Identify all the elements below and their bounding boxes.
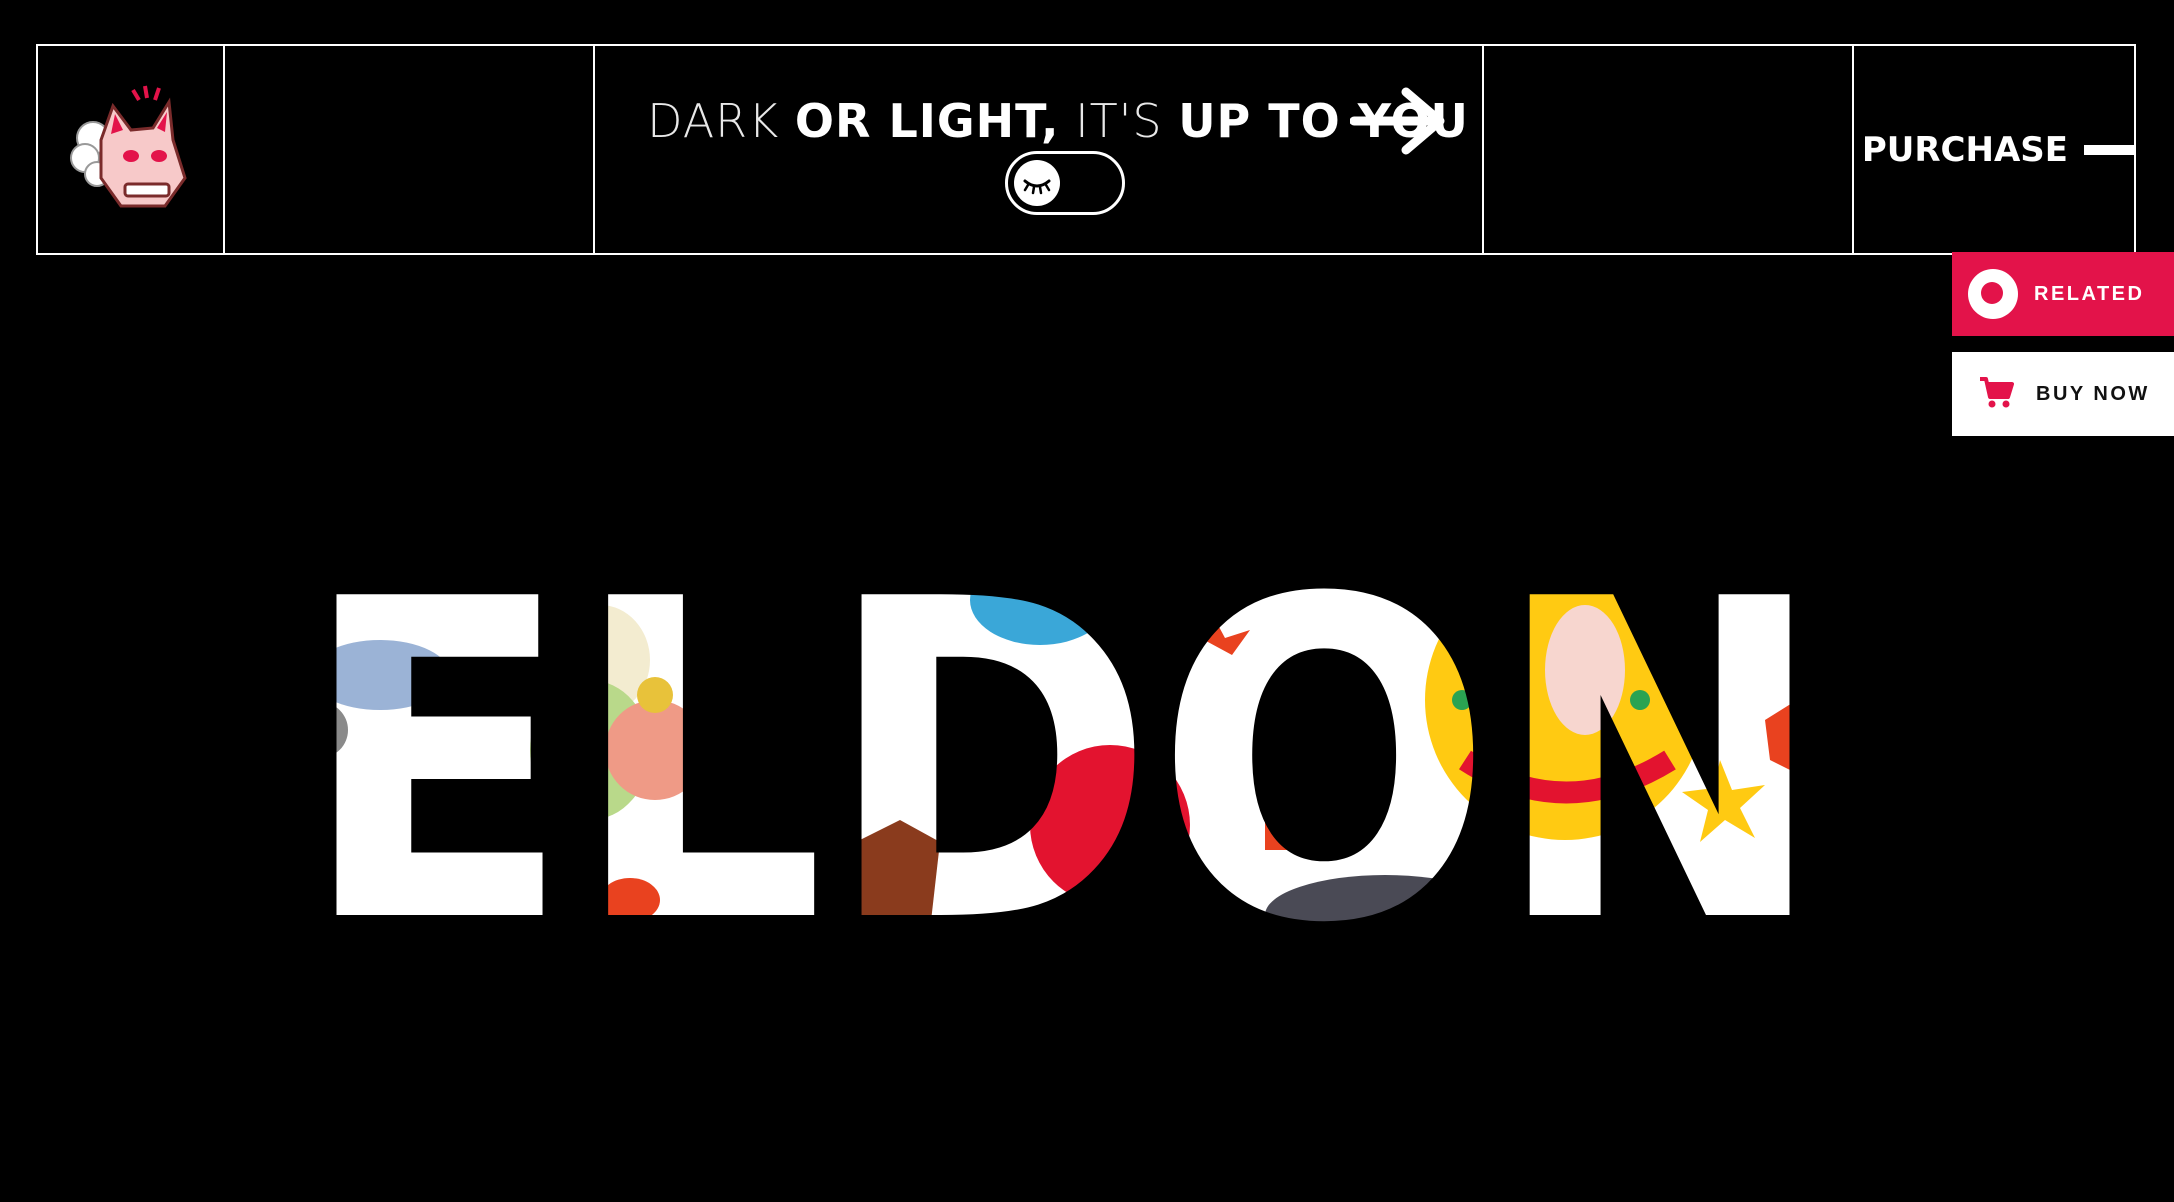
dash-icon [2084, 144, 2134, 155]
arrow-right-icon[interactable] [1349, 86, 1450, 156]
hero-word: ELDON [300, 580, 1830, 930]
purchase-label: PURCHASE [1861, 129, 2068, 170]
related-icon [1968, 269, 2018, 319]
theme-cell: DARK OR LIGHT, IT'S UP TO YOU [595, 46, 1484, 253]
buy-now-button[interactable]: BUY NOW [1952, 352, 2174, 436]
logo-cell [38, 46, 226, 253]
header: DARK OR LIGHT, IT'S UP TO YOU PURCHASE [36, 44, 2136, 255]
related-button[interactable]: RELATED [1952, 252, 2174, 336]
header-spacer-left [225, 46, 596, 253]
tagline-part3: IT'S [1075, 94, 1163, 148]
page: DARK OR LIGHT, IT'S UP TO YOU PURCHASE R… [0, 0, 2174, 1202]
purchase-button[interactable]: PURCHASE [1854, 130, 2134, 170]
buy-now-label: BUY NOW [2036, 382, 2150, 405]
fox-logo[interactable] [61, 78, 201, 222]
header-spacer-right [1484, 46, 1854, 253]
closed-eye-icon [1014, 160, 1061, 206]
tagline-part1: DARK [647, 94, 780, 148]
cart-icon [1978, 375, 2014, 413]
purchase-cell: PURCHASE [1854, 46, 2134, 253]
theme-toggle[interactable] [1005, 151, 1126, 215]
tagline-part2: OR LIGHT, [794, 94, 1060, 148]
related-label: RELATED [2034, 282, 2145, 305]
tagline: DARK OR LIGHT, IT'S UP TO YOU [647, 94, 1469, 148]
